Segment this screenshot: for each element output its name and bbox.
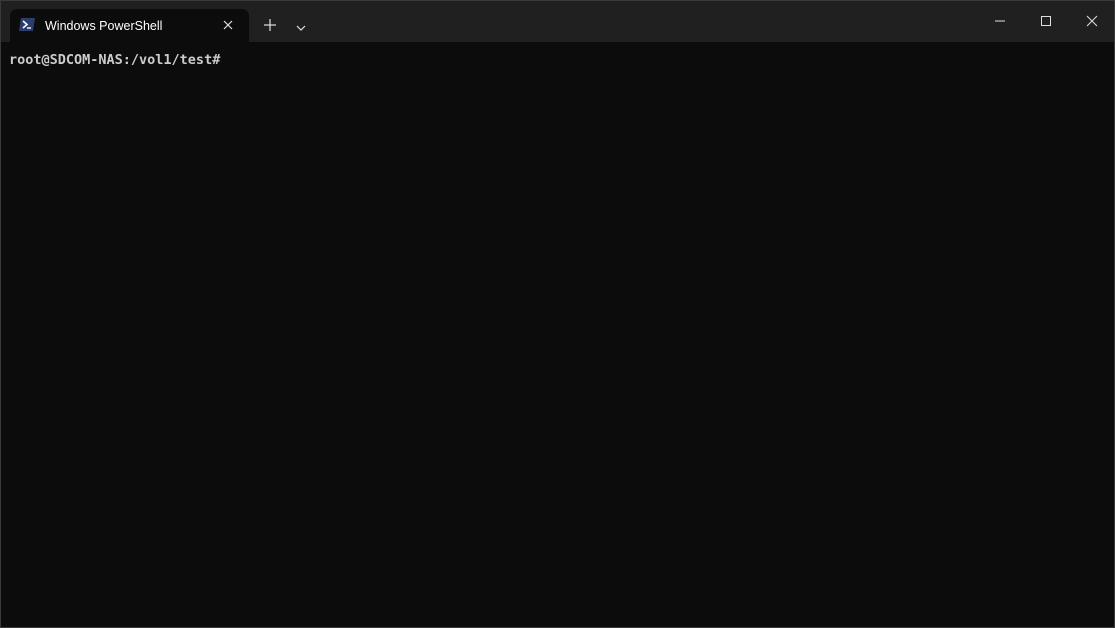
powershell-icon: [19, 18, 35, 31]
terminal-area[interactable]: root@SDCOM-NAS:/vol1/test#: [1, 42, 1114, 627]
maximize-icon: [1041, 16, 1051, 26]
terminal-window: Windows PowerShell root@SDCOM-NAS:/vol1/…: [0, 0, 1115, 628]
tab-close-icon[interactable]: [221, 18, 235, 32]
tab-windows-powershell[interactable]: Windows PowerShell: [10, 9, 249, 42]
close-button[interactable]: [1069, 1, 1114, 42]
new-tab-plus-icon[interactable]: [263, 18, 277, 32]
minimize-icon: [995, 20, 1005, 22]
shell-prompt: root@SDCOM-NAS:/vol1/test#: [9, 52, 221, 68]
chevron-down-icon[interactable]: [295, 20, 307, 31]
title-bar[interactable]: Windows PowerShell: [1, 1, 1114, 42]
close-icon: [1086, 15, 1098, 27]
maximize-button[interactable]: [1023, 1, 1069, 42]
tab-label: Windows PowerShell: [45, 19, 163, 33]
minimize-button[interactable]: [977, 1, 1023, 42]
